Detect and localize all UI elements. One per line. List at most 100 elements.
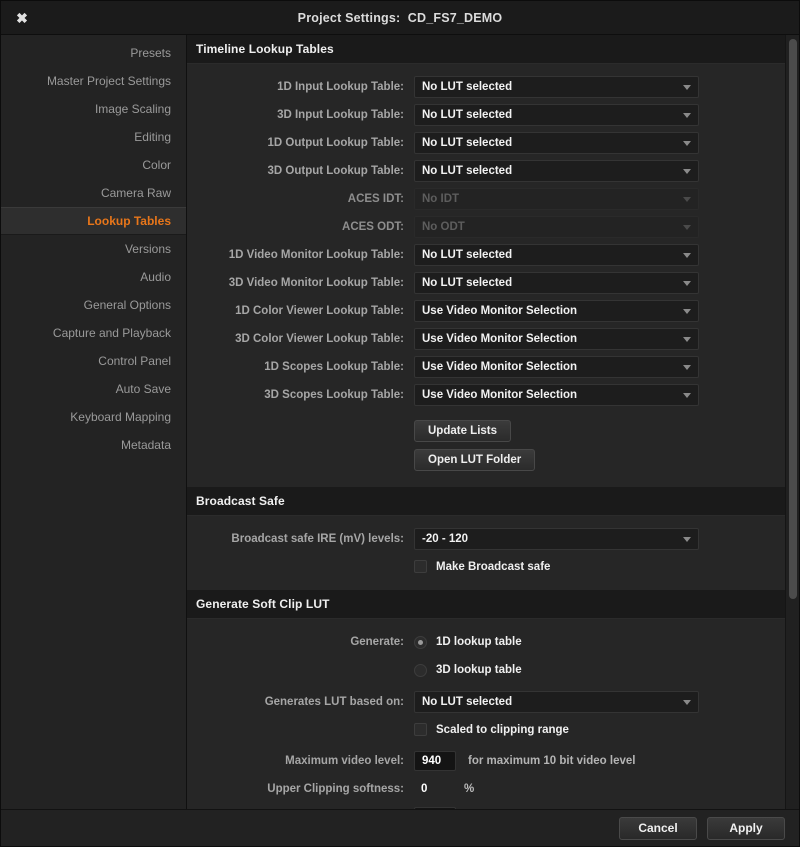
chevron-down-icon xyxy=(683,365,691,370)
make-broadcast-safe-label: Make Broadcast safe xyxy=(436,560,551,573)
row-generate-3d: 3D lookup table xyxy=(187,656,785,684)
label-3d-output-lookup-table: 3D Output Lookup Table: xyxy=(267,165,405,177)
select-1d-output-lookup-table[interactable]: No LUT selected xyxy=(414,132,699,154)
label-1d-input-lookup-table: 1D Input Lookup Table: xyxy=(277,81,404,93)
row-1d-scopes-lookup-table: 1D Scopes Lookup Table: Use Video Monito… xyxy=(187,353,785,381)
sidebar-item-lookup-tables[interactable]: Lookup Tables xyxy=(1,207,186,235)
section-body-timeline-lookup-tables: 1D Input Lookup Table: No LUT selected 3… xyxy=(187,64,785,487)
upper-clipping-softness-input[interactable]: 0 xyxy=(414,779,456,799)
row-3d-scopes-lookup-table: 3D Scopes Lookup Table: Use Video Monito… xyxy=(187,381,785,409)
sidebar-item-audio[interactable]: Audio xyxy=(1,263,186,291)
label-3d-lookup-table: 3D lookup table xyxy=(436,664,522,676)
sidebar-item-capture-and-playback[interactable]: Capture and Playback xyxy=(1,319,186,347)
select-3d-video-monitor-lookup-table[interactable]: No LUT selected xyxy=(414,272,699,294)
select-1d-input-lookup-table[interactable]: No LUT selected xyxy=(414,76,699,98)
select-broadcast-safe-ire-levels[interactable]: -20 - 120 xyxy=(414,528,699,550)
chevron-down-icon xyxy=(683,141,691,146)
page-title: Project Settings: CD_FS7_DEMO xyxy=(298,11,503,25)
label-maximum-video-level: Maximum video level: xyxy=(285,755,404,767)
select-3d-input-lookup-table[interactable]: No LUT selected xyxy=(414,104,699,126)
row-generates-lut-based-on: Generates LUT based on: No LUT selected xyxy=(187,688,785,716)
select-1d-color-viewer-lookup-table[interactable]: Use Video Monitor Selection xyxy=(414,300,699,322)
scaled-to-clipping-range-label: Scaled to clipping range xyxy=(436,723,569,736)
sidebar-item-metadata[interactable]: Metadata xyxy=(1,431,186,459)
chevron-down-icon xyxy=(683,225,691,230)
update-lists-button[interactable]: Update Lists xyxy=(414,419,512,442)
sidebar-item-color[interactable]: Color xyxy=(1,151,186,179)
row-open-lut-folder: Open LUT Folder xyxy=(187,446,785,473)
chevron-down-icon xyxy=(683,113,691,118)
select-aces-idt: No IDT xyxy=(414,188,699,210)
sidebar-item-editing[interactable]: Editing xyxy=(1,123,186,151)
scaled-to-clipping-range-checkbox[interactable] xyxy=(414,723,427,736)
sidebar-item-image-scaling[interactable]: Image Scaling xyxy=(1,95,186,123)
select-value: No LUT selected xyxy=(422,696,513,708)
chevron-down-icon xyxy=(683,197,691,202)
select-3d-color-viewer-lookup-table[interactable]: Use Video Monitor Selection xyxy=(414,328,699,350)
select-value: -20 - 120 xyxy=(422,533,469,545)
row-3d-output-lookup-table: 3D Output Lookup Table: No LUT selected xyxy=(187,157,785,185)
row-broadcast-safe-ire-levels: Broadcast safe IRE (mV) levels: -20 - 12… xyxy=(187,525,785,553)
select-value: Use Video Monitor Selection xyxy=(422,305,578,317)
section-header-generate-soft-clip-lut: Generate Soft Clip LUT xyxy=(187,590,785,619)
section-body-broadcast-safe: Broadcast safe IRE (mV) levels: -20 - 12… xyxy=(187,516,785,590)
chevron-down-icon xyxy=(683,700,691,705)
row-1d-output-lookup-table: 1D Output Lookup Table: No LUT selected xyxy=(187,129,785,157)
label-1d-lookup-table: 1D lookup table xyxy=(436,636,522,648)
select-1d-scopes-lookup-table[interactable]: Use Video Monitor Selection xyxy=(414,356,699,378)
label-3d-video-monitor-lookup-table: 3D Video Monitor Lookup Table: xyxy=(228,277,404,289)
maximum-video-level-input[interactable]: 940 xyxy=(414,751,456,771)
row-scaled-to-clipping-range: Scaled to clipping range xyxy=(187,716,785,743)
select-value: Use Video Monitor Selection xyxy=(422,333,578,345)
section-header-broadcast-safe: Broadcast Safe xyxy=(187,487,785,516)
row-generate-1d: Generate: 1D lookup table xyxy=(187,628,785,656)
apply-button[interactable]: Apply xyxy=(707,816,785,840)
project-settings-dialog: ✖ Project Settings: CD_FS7_DEMO Presets … xyxy=(0,0,800,847)
row-upper-clipping-softness: Upper Clipping softness: 0 % xyxy=(187,775,785,803)
radio-3d-lookup-table[interactable] xyxy=(414,663,427,677)
radio-1d-lookup-table[interactable] xyxy=(414,635,427,649)
row-aces-odt: ACES ODT: No ODT xyxy=(187,213,785,241)
settings-content: Timeline Lookup Tables 1D Input Lookup T… xyxy=(187,35,799,809)
sidebar-item-keyboard-mapping[interactable]: Keyboard Mapping xyxy=(1,403,186,431)
label-generate: Generate: xyxy=(350,636,404,648)
chevron-down-icon xyxy=(683,85,691,90)
row-3d-input-lookup-table: 3D Input Lookup Table: No LUT selected xyxy=(187,101,785,129)
row-1d-color-viewer-lookup-table: 1D Color Viewer Lookup Table: Use Video … xyxy=(187,297,785,325)
select-value: No ODT xyxy=(422,221,465,233)
select-value: No LUT selected xyxy=(422,109,513,121)
open-lut-folder-button[interactable]: Open LUT Folder xyxy=(414,448,536,471)
row-3d-video-monitor-lookup-table: 3D Video Monitor Lookup Table: No LUT se… xyxy=(187,269,785,297)
sidebar-item-presets[interactable]: Presets xyxy=(1,39,186,67)
label-3d-input-lookup-table: 3D Input Lookup Table: xyxy=(277,109,404,121)
close-icon[interactable]: ✖ xyxy=(11,8,33,28)
make-broadcast-safe-checkbox[interactable] xyxy=(414,560,427,573)
content-scrollbar[interactable] xyxy=(785,35,799,809)
sidebar-item-auto-save[interactable]: Auto Save xyxy=(1,375,186,403)
dialog-footer: Cancel Apply xyxy=(1,809,799,846)
select-value: No LUT selected xyxy=(422,249,513,261)
label-broadcast-safe-ire-levels: Broadcast safe IRE (mV) levels: xyxy=(231,533,404,545)
cancel-button[interactable]: Cancel xyxy=(619,816,697,840)
sidebar-item-general-options[interactable]: General Options xyxy=(1,291,186,319)
scrollbar-thumb[interactable] xyxy=(789,39,797,599)
sidebar-item-camera-raw[interactable]: Camera Raw xyxy=(1,179,186,207)
sidebar-item-control-panel[interactable]: Control Panel xyxy=(1,347,186,375)
label-3d-scopes-lookup-table: 3D Scopes Lookup Table: xyxy=(264,389,404,401)
select-value: No IDT xyxy=(422,193,460,205)
settings-scroll-area: Timeline Lookup Tables 1D Input Lookup T… xyxy=(187,35,785,809)
select-value: No LUT selected xyxy=(422,137,513,149)
label-1d-output-lookup-table: 1D Output Lookup Table: xyxy=(267,137,405,149)
label-generates-lut-based-on: Generates LUT based on: xyxy=(264,696,404,708)
select-generates-lut-based-on[interactable]: No LUT selected xyxy=(414,691,699,713)
sidebar-item-master-project-settings[interactable]: Master Project Settings xyxy=(1,67,186,95)
sidebar-item-versions[interactable]: Versions xyxy=(1,235,186,263)
maximum-video-level-hint: for maximum 10 bit video level xyxy=(468,755,636,767)
select-3d-output-lookup-table[interactable]: No LUT selected xyxy=(414,160,699,182)
row-3d-color-viewer-lookup-table: 3D Color Viewer Lookup Table: Use Video … xyxy=(187,325,785,353)
select-3d-scopes-lookup-table[interactable]: Use Video Monitor Selection xyxy=(414,384,699,406)
row-1d-input-lookup-table: 1D Input Lookup Table: No LUT selected xyxy=(187,73,785,101)
row-1d-video-monitor-lookup-table: 1D Video Monitor Lookup Table: No LUT se… xyxy=(187,241,785,269)
minimum-video-level-input[interactable]: 64 xyxy=(414,807,456,809)
select-1d-video-monitor-lookup-table[interactable]: No LUT selected xyxy=(414,244,699,266)
